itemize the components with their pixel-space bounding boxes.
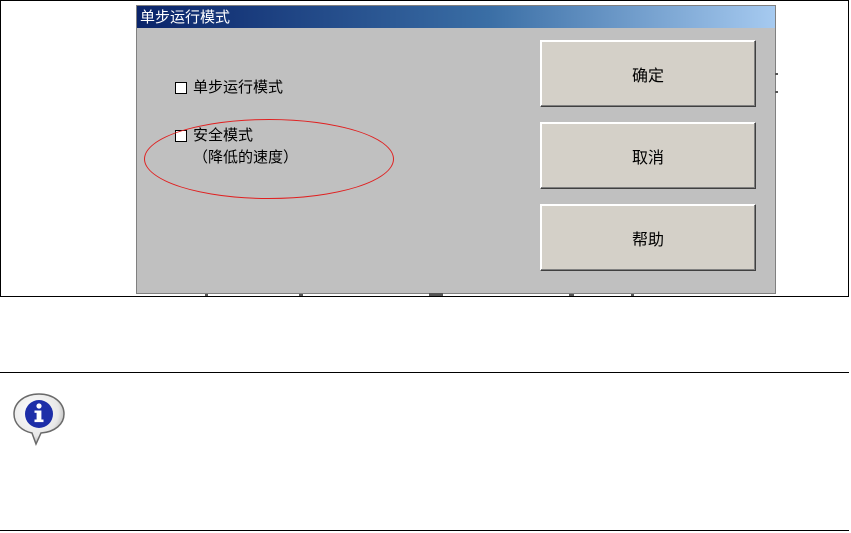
cancel-button[interactable]: 取消: [540, 122, 756, 189]
safe-mode-option[interactable]: 安全模式 （降低的速度）: [175, 124, 298, 168]
dialog-title: 单步运行模式: [140, 8, 231, 26]
note-top-rule: [0, 372, 849, 373]
dialog-title-bar: 单步运行模式: [137, 6, 775, 28]
single-step-option[interactable]: 单步运行模式: [175, 76, 283, 98]
single-step-dialog: 单步运行模式 单步运行模式 安全模式 （降低的速度） 确定 取消 帮助: [136, 5, 776, 294]
info-speech-bubble-icon: [13, 393, 65, 446]
help-button-label: 帮助: [631, 229, 664, 249]
artifact-mark: [299, 294, 303, 296]
safe-mode-checkbox[interactable]: [175, 130, 187, 142]
single-step-label: 单步运行模式: [193, 76, 283, 98]
artifact-mark: [775, 91, 778, 93]
artifact-mark: [429, 293, 443, 296]
artifact-mark: [631, 294, 634, 296]
artifact-mark: [775, 73, 778, 75]
help-button[interactable]: 帮助: [540, 204, 756, 271]
safe-mode-label-line1: 安全模式: [193, 126, 254, 144]
ok-button-label: 确定: [631, 65, 664, 85]
note-bottom-rule: [0, 530, 849, 531]
safe-mode-label-line2: （降低的速度）: [193, 148, 299, 166]
cancel-button-label: 取消: [631, 147, 664, 167]
ok-button[interactable]: 确定: [540, 40, 756, 107]
single-step-checkbox[interactable]: [175, 82, 187, 94]
artifact-mark: [569, 294, 574, 296]
artifact-mark: [205, 294, 208, 296]
single-step-label-text: 单步运行模式: [193, 78, 284, 96]
screenshot-frame: 单步运行模式 单步运行模式 安全模式 （降低的速度） 确定 取消 帮助: [0, 0, 849, 297]
safe-mode-label: 安全模式 （降低的速度）: [193, 124, 298, 168]
